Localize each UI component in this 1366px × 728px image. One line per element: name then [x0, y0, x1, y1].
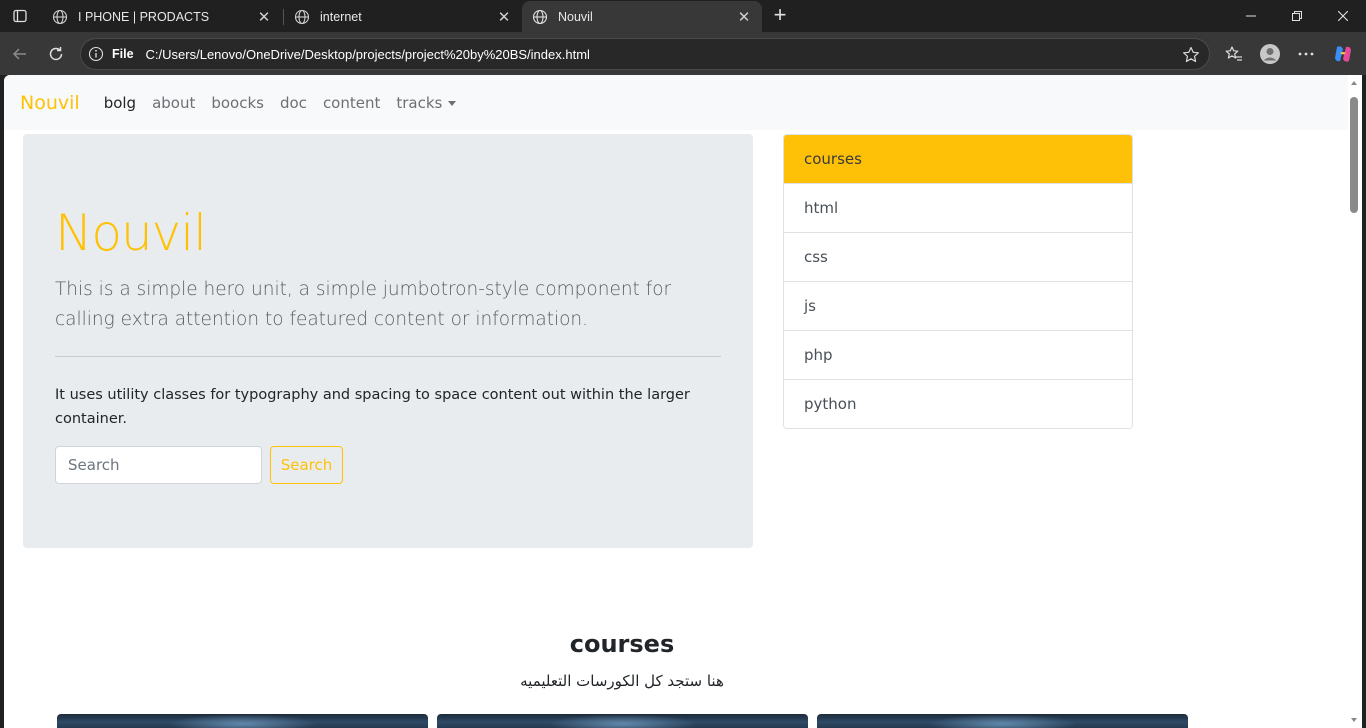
close-icon[interactable]: ✕: [496, 9, 512, 26]
refresh-icon[interactable]: [43, 41, 69, 67]
star-icon[interactable]: [1181, 45, 1201, 65]
hero-divider: [55, 356, 721, 357]
nav-link-content[interactable]: content: [323, 94, 380, 112]
address-bar[interactable]: File C:/Users/Lenovo/OneDrive/Desktop/pr…: [80, 38, 1210, 70]
dropdown-label: tracks: [396, 93, 443, 112]
browser-toolbar: File C:/Users/Lenovo/OneDrive/Desktop/pr…: [0, 32, 1366, 75]
hero-title: Nouvil: [55, 204, 207, 262]
navbar-brand[interactable]: Nouvil: [20, 92, 80, 114]
back-arrow-icon[interactable]: [7, 41, 33, 67]
close-icon[interactable]: ✕: [736, 9, 752, 26]
tab-title: internet: [320, 10, 362, 24]
new-tab-button[interactable]: +: [768, 4, 792, 27]
url-text[interactable]: C:/Users/Lenovo/OneDrive/Desktop/project…: [146, 47, 590, 62]
globe-icon: [294, 9, 310, 25]
page-scrollbar[interactable]: [1348, 75, 1362, 728]
courses-list-group: courses html css js php python: [783, 134, 1133, 429]
close-icon[interactable]: ✕: [256, 9, 272, 26]
tab-actions-icon[interactable]: [8, 6, 32, 26]
globe-icon: [52, 9, 68, 25]
profile-avatar-icon[interactable]: [1258, 42, 1282, 66]
tab-title: Nouvil: [558, 9, 593, 24]
restore-icon[interactable]: [1274, 0, 1320, 32]
browser-tab-iphone[interactable]: I PHONE | PRODACTS ✕: [42, 2, 282, 32]
courses-section-subtitle: هنا ستجد كل الكورسات التعليميه: [520, 672, 724, 690]
scheme-label: File: [112, 47, 134, 61]
close-window-icon[interactable]: [1320, 0, 1366, 32]
course-card-image[interactable]: [437, 714, 808, 728]
globe-icon: [532, 9, 548, 25]
list-item-js[interactable]: js: [784, 281, 1132, 330]
caret-down-icon: [448, 100, 457, 106]
course-card-image[interactable]: [57, 714, 428, 728]
scroll-up-arrow-icon[interactable]: [1351, 81, 1357, 85]
site-navbar: Nouvil bolg about boocks doc content tra…: [4, 75, 1348, 130]
list-item-php[interactable]: php: [784, 330, 1132, 379]
nav-link-boocks[interactable]: boocks: [211, 94, 264, 112]
copilot-icon[interactable]: [1331, 42, 1355, 66]
nav-link-about[interactable]: about: [152, 94, 195, 112]
hero-lead: This is a simple hero unit, a simple jum…: [55, 279, 672, 330]
more-options-icon[interactable]: [1294, 42, 1318, 66]
nav-link-bolg[interactable]: bolg: [104, 94, 136, 112]
tab-title: I PHONE | PRODACTS: [78, 10, 210, 24]
hero-jumbotron: Nouvil This is a simple hero unit, a sim…: [23, 134, 753, 548]
browser-tab-internet[interactable]: internet ✕: [284, 2, 522, 32]
info-icon[interactable]: [88, 46, 104, 62]
search-button[interactable]: Search: [270, 446, 343, 484]
nav-link-doc[interactable]: doc: [280, 94, 307, 112]
course-card-image[interactable]: [817, 714, 1188, 728]
courses-section-title: courses: [569, 630, 675, 658]
list-item-python[interactable]: python: [784, 379, 1132, 428]
list-item-html[interactable]: html: [784, 183, 1132, 232]
search-input[interactable]: [55, 446, 262, 484]
minimize-icon[interactable]: [1228, 0, 1274, 32]
page-viewport: Nouvil bolg about boocks doc content tra…: [4, 75, 1348, 728]
list-item-css[interactable]: css: [784, 232, 1132, 281]
browser-tab-bar: I PHONE | PRODACTS ✕ internet ✕ Nouvil ✕…: [0, 0, 1366, 32]
scrollbar-thumb[interactable]: [1350, 97, 1358, 213]
favorites-icon[interactable]: [1222, 42, 1246, 66]
list-item-courses[interactable]: courses: [784, 135, 1132, 183]
browser-tab-nouvil[interactable]: Nouvil ✕: [522, 1, 762, 32]
nav-dropdown-tracks[interactable]: tracks: [396, 93, 457, 112]
scroll-down-arrow-icon[interactable]: [1351, 718, 1357, 722]
hero-body-text: It uses utility classes for typography a…: [55, 387, 690, 427]
